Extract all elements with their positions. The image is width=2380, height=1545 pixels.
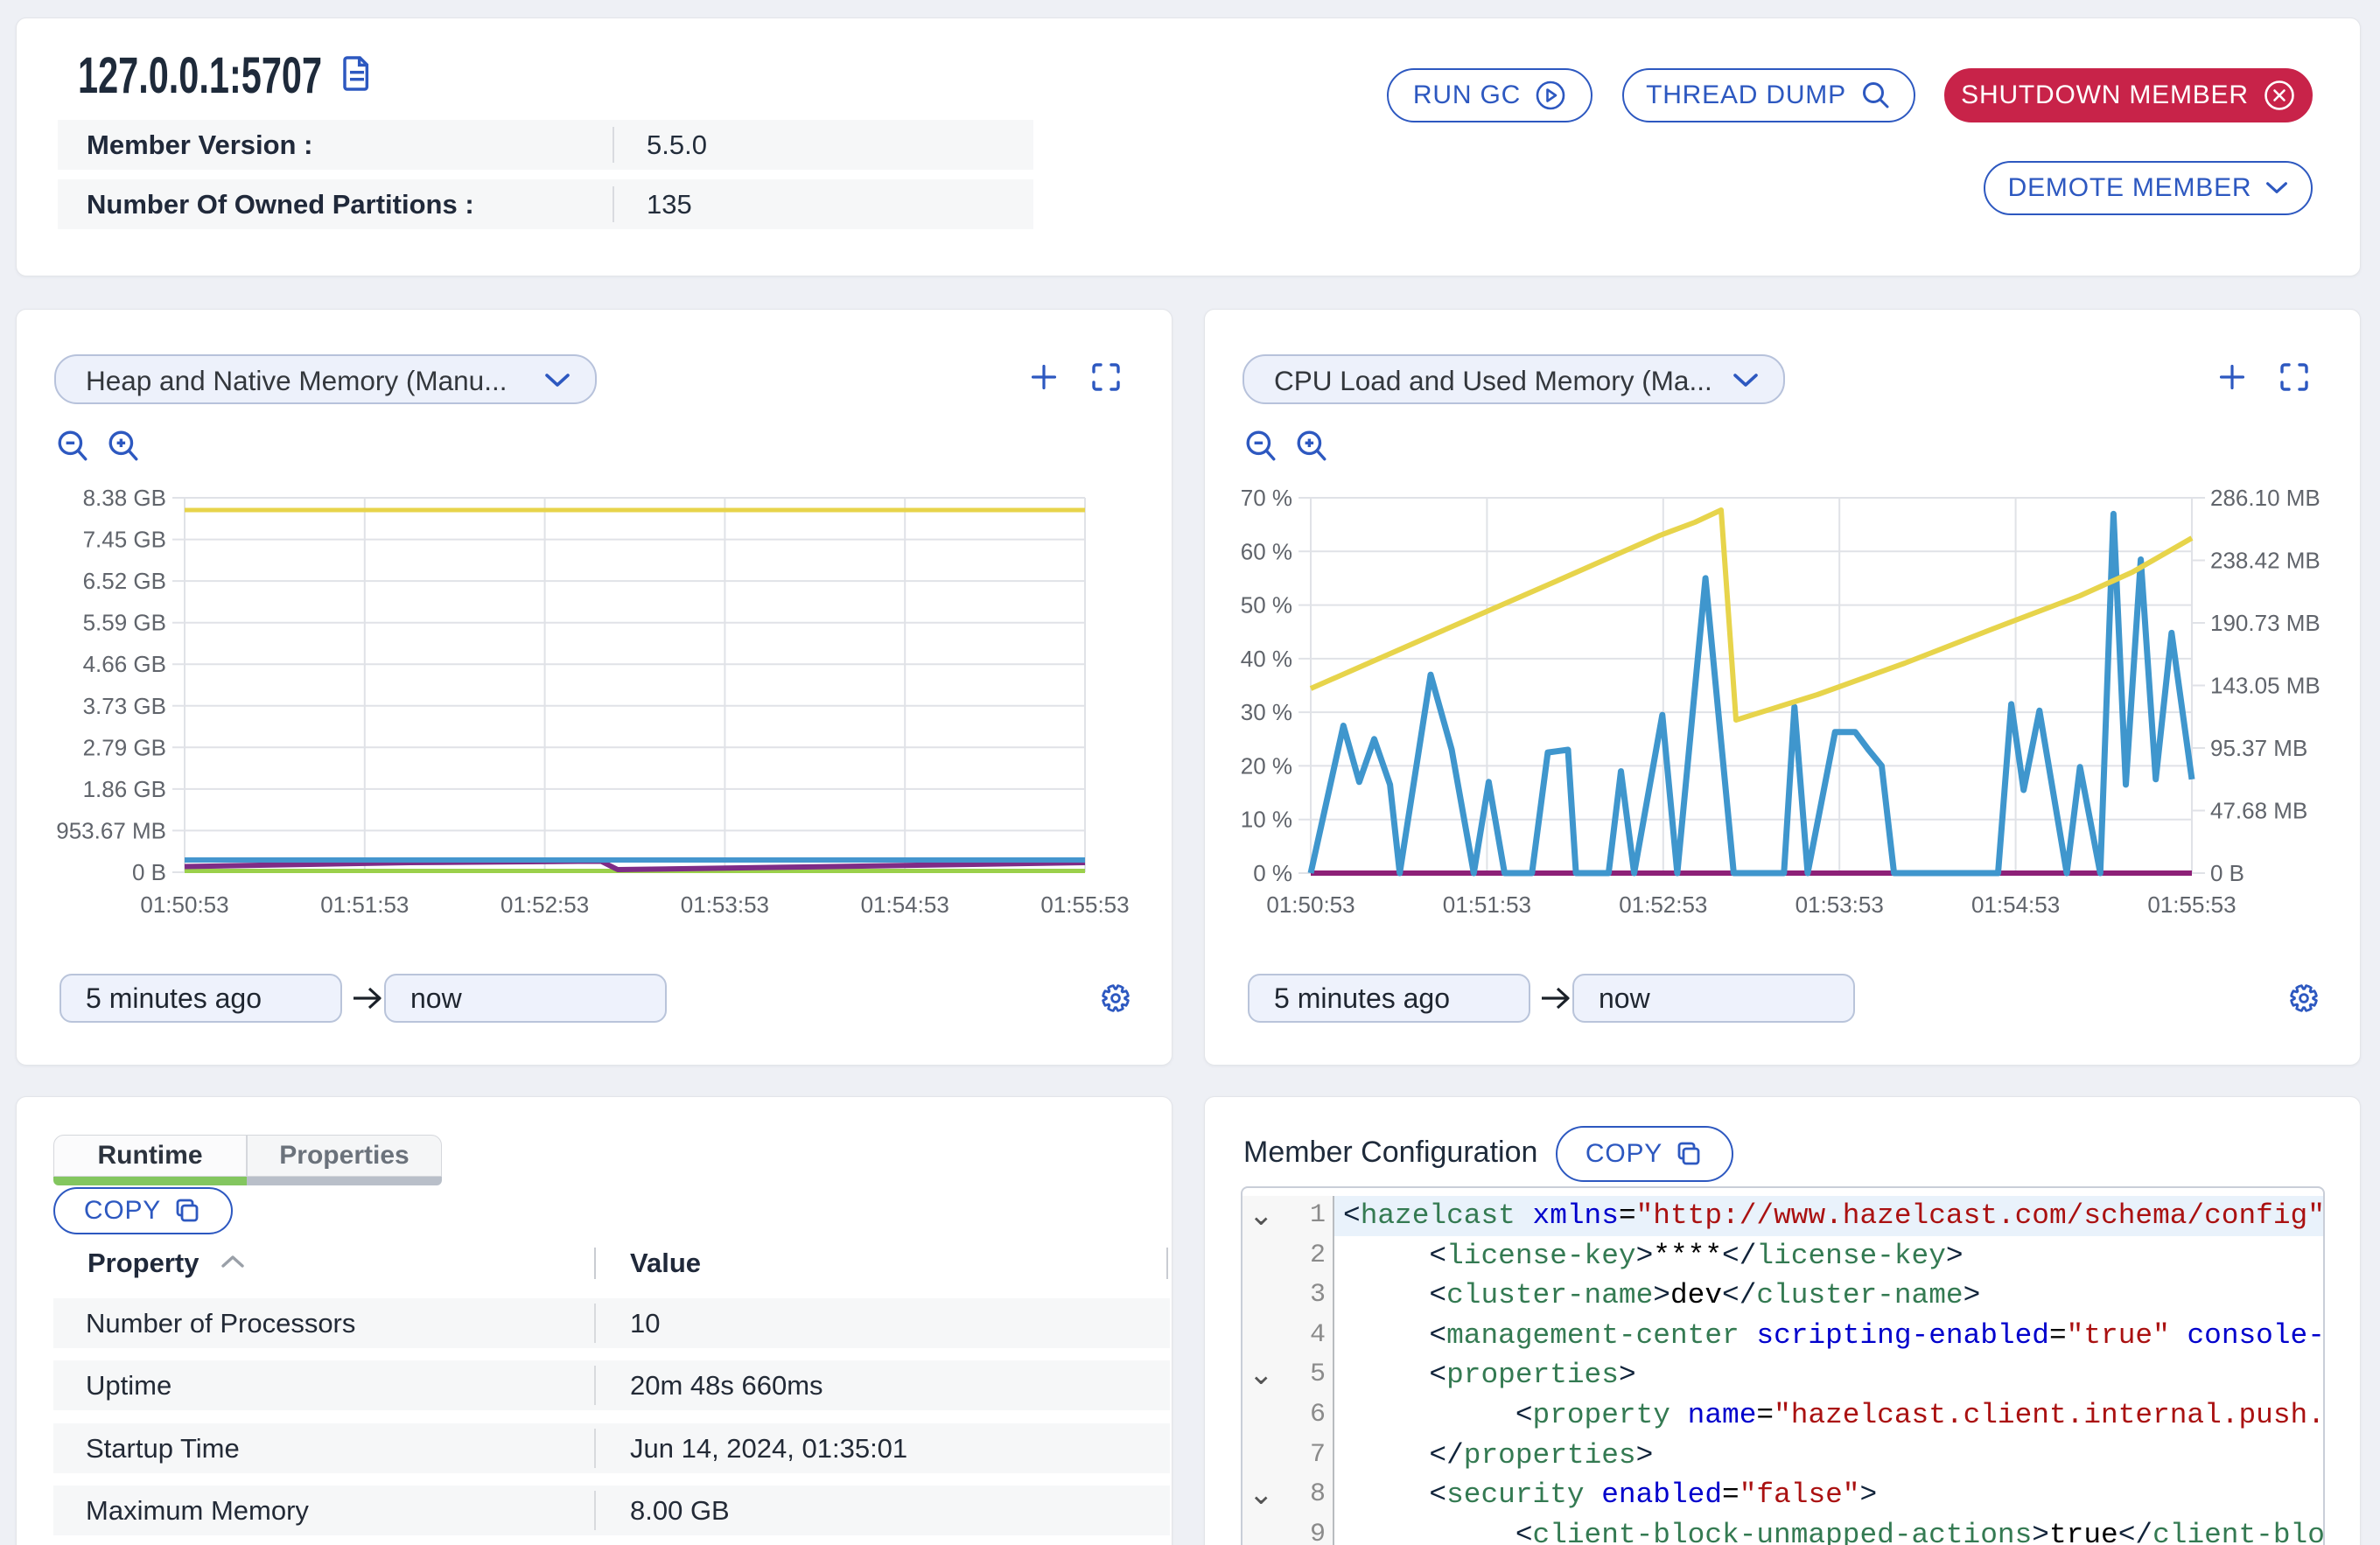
svg-text:20 %: 20 % [1241,752,1292,779]
svg-text:47.68 MB: 47.68 MB [2210,798,2307,824]
svg-text:7.45 GB: 7.45 GB [83,527,166,553]
svg-text:01:51:53: 01:51:53 [1443,891,1531,918]
svg-text:01:52:53: 01:52:53 [500,891,589,918]
svg-text:70 %: 70 % [1241,485,1292,511]
svg-text:0 B: 0 B [2210,860,2244,886]
svg-text:1.86 GB: 1.86 GB [83,776,166,802]
svg-text:238.42 MB: 238.42 MB [2210,548,2320,574]
svg-text:01:53:53: 01:53:53 [1796,891,1884,918]
svg-text:5.59 GB: 5.59 GB [83,610,166,636]
svg-text:0 %: 0 % [1253,860,1292,886]
svg-text:01:51:53: 01:51:53 [320,891,409,918]
svg-text:01:55:53: 01:55:53 [2147,891,2236,918]
svg-text:01:54:53: 01:54:53 [1971,891,2060,918]
svg-text:30 %: 30 % [1241,699,1292,725]
svg-text:01:54:53: 01:54:53 [861,891,949,918]
svg-text:01:55:53: 01:55:53 [1040,891,1129,918]
svg-text:50 %: 50 % [1241,592,1292,619]
svg-text:40 %: 40 % [1241,646,1292,672]
svg-text:60 %: 60 % [1241,538,1292,564]
svg-text:143.05 MB: 143.05 MB [2210,673,2320,699]
svg-text:10 %: 10 % [1241,807,1292,833]
svg-text:8.38 GB: 8.38 GB [83,485,166,511]
svg-text:2.79 GB: 2.79 GB [83,734,166,760]
svg-text:01:50:53: 01:50:53 [1266,891,1354,918]
svg-text:01:53:53: 01:53:53 [681,891,769,918]
svg-text:190.73 MB: 190.73 MB [2210,610,2320,636]
svg-text:01:50:53: 01:50:53 [140,891,228,918]
svg-text:0 B: 0 B [132,859,166,885]
svg-text:6.52 GB: 6.52 GB [83,568,166,594]
svg-text:286.10 MB: 286.10 MB [2210,485,2320,511]
svg-text:01:52:53: 01:52:53 [1619,891,1707,918]
svg-text:3.73 GB: 3.73 GB [83,693,166,719]
svg-text:95.37 MB: 95.37 MB [2210,735,2307,761]
svg-text:4.66 GB: 4.66 GB [83,651,166,677]
svg-text:953.67 MB: 953.67 MB [56,817,166,843]
